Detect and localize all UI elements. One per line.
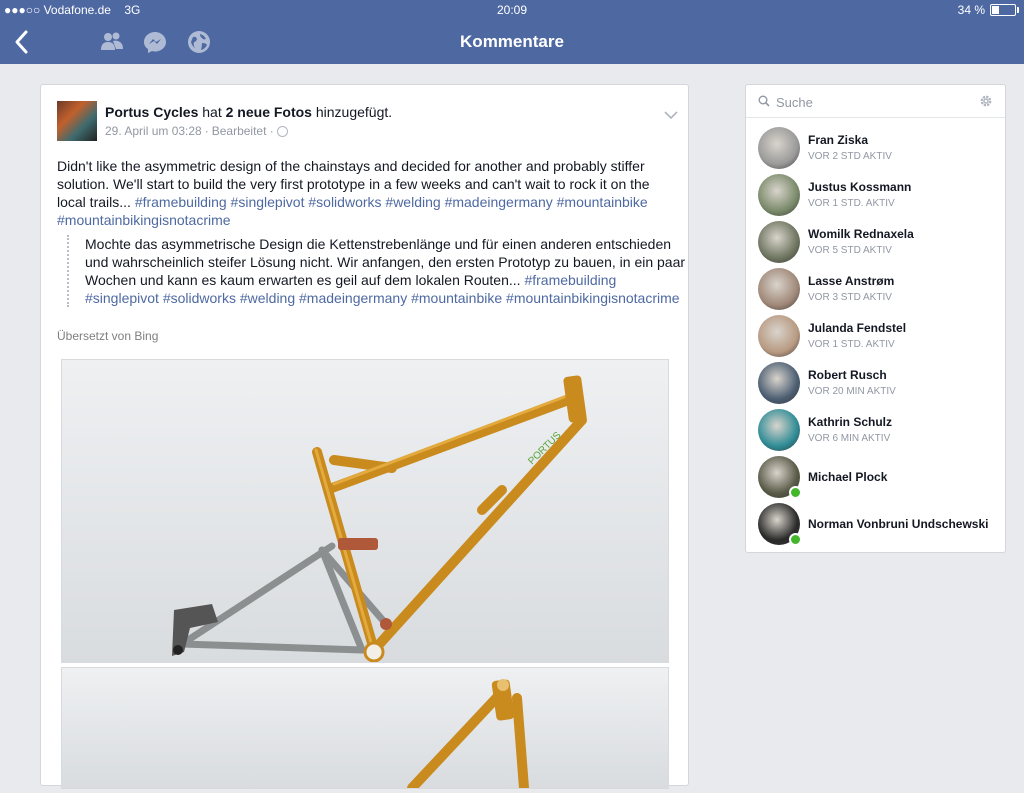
online-indicator — [789, 486, 802, 499]
avatar — [758, 409, 800, 451]
hashtag-link[interactable]: #solidworks — [308, 194, 381, 210]
friend-name: Justus Kossmann — [808, 180, 912, 194]
page-name-link[interactable]: Portus Cycles — [105, 104, 198, 120]
translation-block: Mochte das asymmetrische Design die Kett… — [67, 235, 691, 307]
friend-name: Kathrin Schulz — [808, 415, 893, 429]
hashtag-link[interactable]: #madeingermany — [299, 290, 407, 306]
post-text: Didn't like the asymmetric design of the… — [57, 158, 650, 228]
chat-friend-item[interactable]: Lasse Anstrøm VOR 3 STD AKTIV — [746, 266, 1005, 313]
hashtag-link[interactable]: #framebuilding — [524, 272, 616, 288]
friend-name: Womilk Rednaxela — [808, 227, 914, 241]
battery-indicator: 34 % — [957, 3, 1019, 17]
chat-search — [746, 85, 1005, 118]
friend-last-active: VOR 20 MIN AKTIV — [808, 386, 896, 397]
hashtag-link[interactable]: #singlepivot — [231, 194, 305, 210]
chat-friend-item[interactable]: Norman Vonbruni Undschewski — [746, 501, 1005, 548]
clock: 20:09 — [496, 3, 528, 17]
post-photo[interactable]: PORTUS — [61, 359, 669, 663]
friend-last-active: VOR 6 MIN AKTIV — [808, 433, 891, 444]
chat-friend-item[interactable]: Fran Ziska VOR 2 STD AKTIV — [746, 125, 1005, 172]
online-indicator — [789, 533, 802, 546]
hashtag-link[interactable]: #mountainbikingisnotacrime — [506, 290, 680, 306]
hashtag-link[interactable]: #mountainbikingisnotacrime — [57, 212, 231, 228]
friend-name: Michael Plock — [808, 470, 888, 484]
friend-last-active: VOR 1 STD. AKTIV — [808, 198, 895, 209]
search-icon — [758, 95, 770, 107]
battery-icon — [990, 4, 1019, 16]
hashtag-link[interactable]: #mountainbike — [411, 290, 502, 306]
page-avatar[interactable] — [57, 101, 97, 141]
friend-last-active: VOR 2 STD AKTIV — [808, 151, 892, 162]
avatar — [758, 315, 800, 357]
translated-by-label[interactable]: Übersetzt von Bing — [57, 329, 158, 343]
status-bar: ●●●○○ Vodafone.de 3G 20:09 34 % — [0, 0, 1024, 20]
friend-name: Fran Ziska — [808, 133, 869, 147]
edited-label[interactable]: Bearbeitet · — [212, 124, 274, 138]
chat-friend-item[interactable]: Robert Rusch VOR 20 MIN AKTIV — [746, 360, 1005, 407]
hashtag-link[interactable]: #welding — [385, 194, 440, 210]
chat-friend-item[interactable]: Womilk Rednaxela VOR 5 STD AKTIV — [746, 219, 1005, 266]
friend-last-active: VOR 3 STD AKTIV — [808, 292, 892, 303]
avatar — [758, 221, 800, 263]
battery-percent: 34 % — [957, 3, 985, 17]
friend-name: Julanda Fendstel — [808, 321, 907, 335]
chat-sidebar: Fran Ziska VOR 2 STD AKTIV Justus Kossmann… — [745, 84, 1006, 553]
hashtag-link[interactable]: #madeingermany — [445, 194, 553, 210]
post-photo-2[interactable] — [61, 667, 669, 793]
post-meta: 29. April um 03:28 · Bearbeitet · — [105, 124, 288, 138]
photos-link[interactable]: 2 neue Fotos — [226, 104, 312, 120]
friend-name: Lasse Anstrøm — [808, 274, 895, 288]
privacy-globe-icon — [276, 125, 288, 137]
chevron-down-icon[interactable] — [664, 107, 678, 120]
post-date[interactable]: 29. April um 03:28 — [105, 124, 202, 138]
friend-name: Norman Vonbruni Undschewski — [808, 517, 989, 531]
hashtag-link[interactable]: #singlepivot — [85, 290, 159, 306]
chat-friend-item[interactable]: Julanda Fendstel VOR 1 STD. AKTIV — [746, 313, 1005, 360]
hashtag-link[interactable]: #solidworks — [163, 290, 236, 306]
friend-last-active: VOR 1 STD. AKTIV — [808, 339, 895, 350]
hashtag-link[interactable]: #welding — [240, 290, 295, 306]
gear-icon[interactable] — [979, 94, 993, 108]
hashtag-link[interactable]: #mountainbike — [557, 194, 648, 210]
friend-name: Robert Rusch — [808, 368, 887, 382]
avatar — [758, 127, 800, 169]
friend-last-active: VOR 5 STD AKTIV — [808, 245, 892, 256]
post-card: Portus Cycles hat 2 neue Fotos hinzugefü… — [40, 84, 691, 793]
chat-friend-item[interactable]: Justus Kossmann VOR 1 STD. AKTIV — [746, 172, 1005, 219]
avatar — [758, 268, 800, 310]
page-title: Kommentare — [460, 32, 564, 51]
navigation-bar: Kommentare — [0, 20, 1024, 64]
hashtag-link[interactable]: #framebuilding — [135, 194, 227, 210]
chat-friend-item[interactable]: Michael Plock — [746, 454, 1005, 501]
chat-friend-item[interactable]: Kathrin Schulz VOR 6 MIN AKTIV — [746, 407, 1005, 454]
top-bar: ●●●○○ Vodafone.de 3G 20:09 34 % Kommenta… — [0, 0, 1024, 64]
avatar — [758, 362, 800, 404]
search-input[interactable] — [774, 92, 968, 112]
post-header: Portus Cycles hat 2 neue Fotos hinzugefü… — [105, 104, 393, 120]
avatar — [758, 174, 800, 216]
